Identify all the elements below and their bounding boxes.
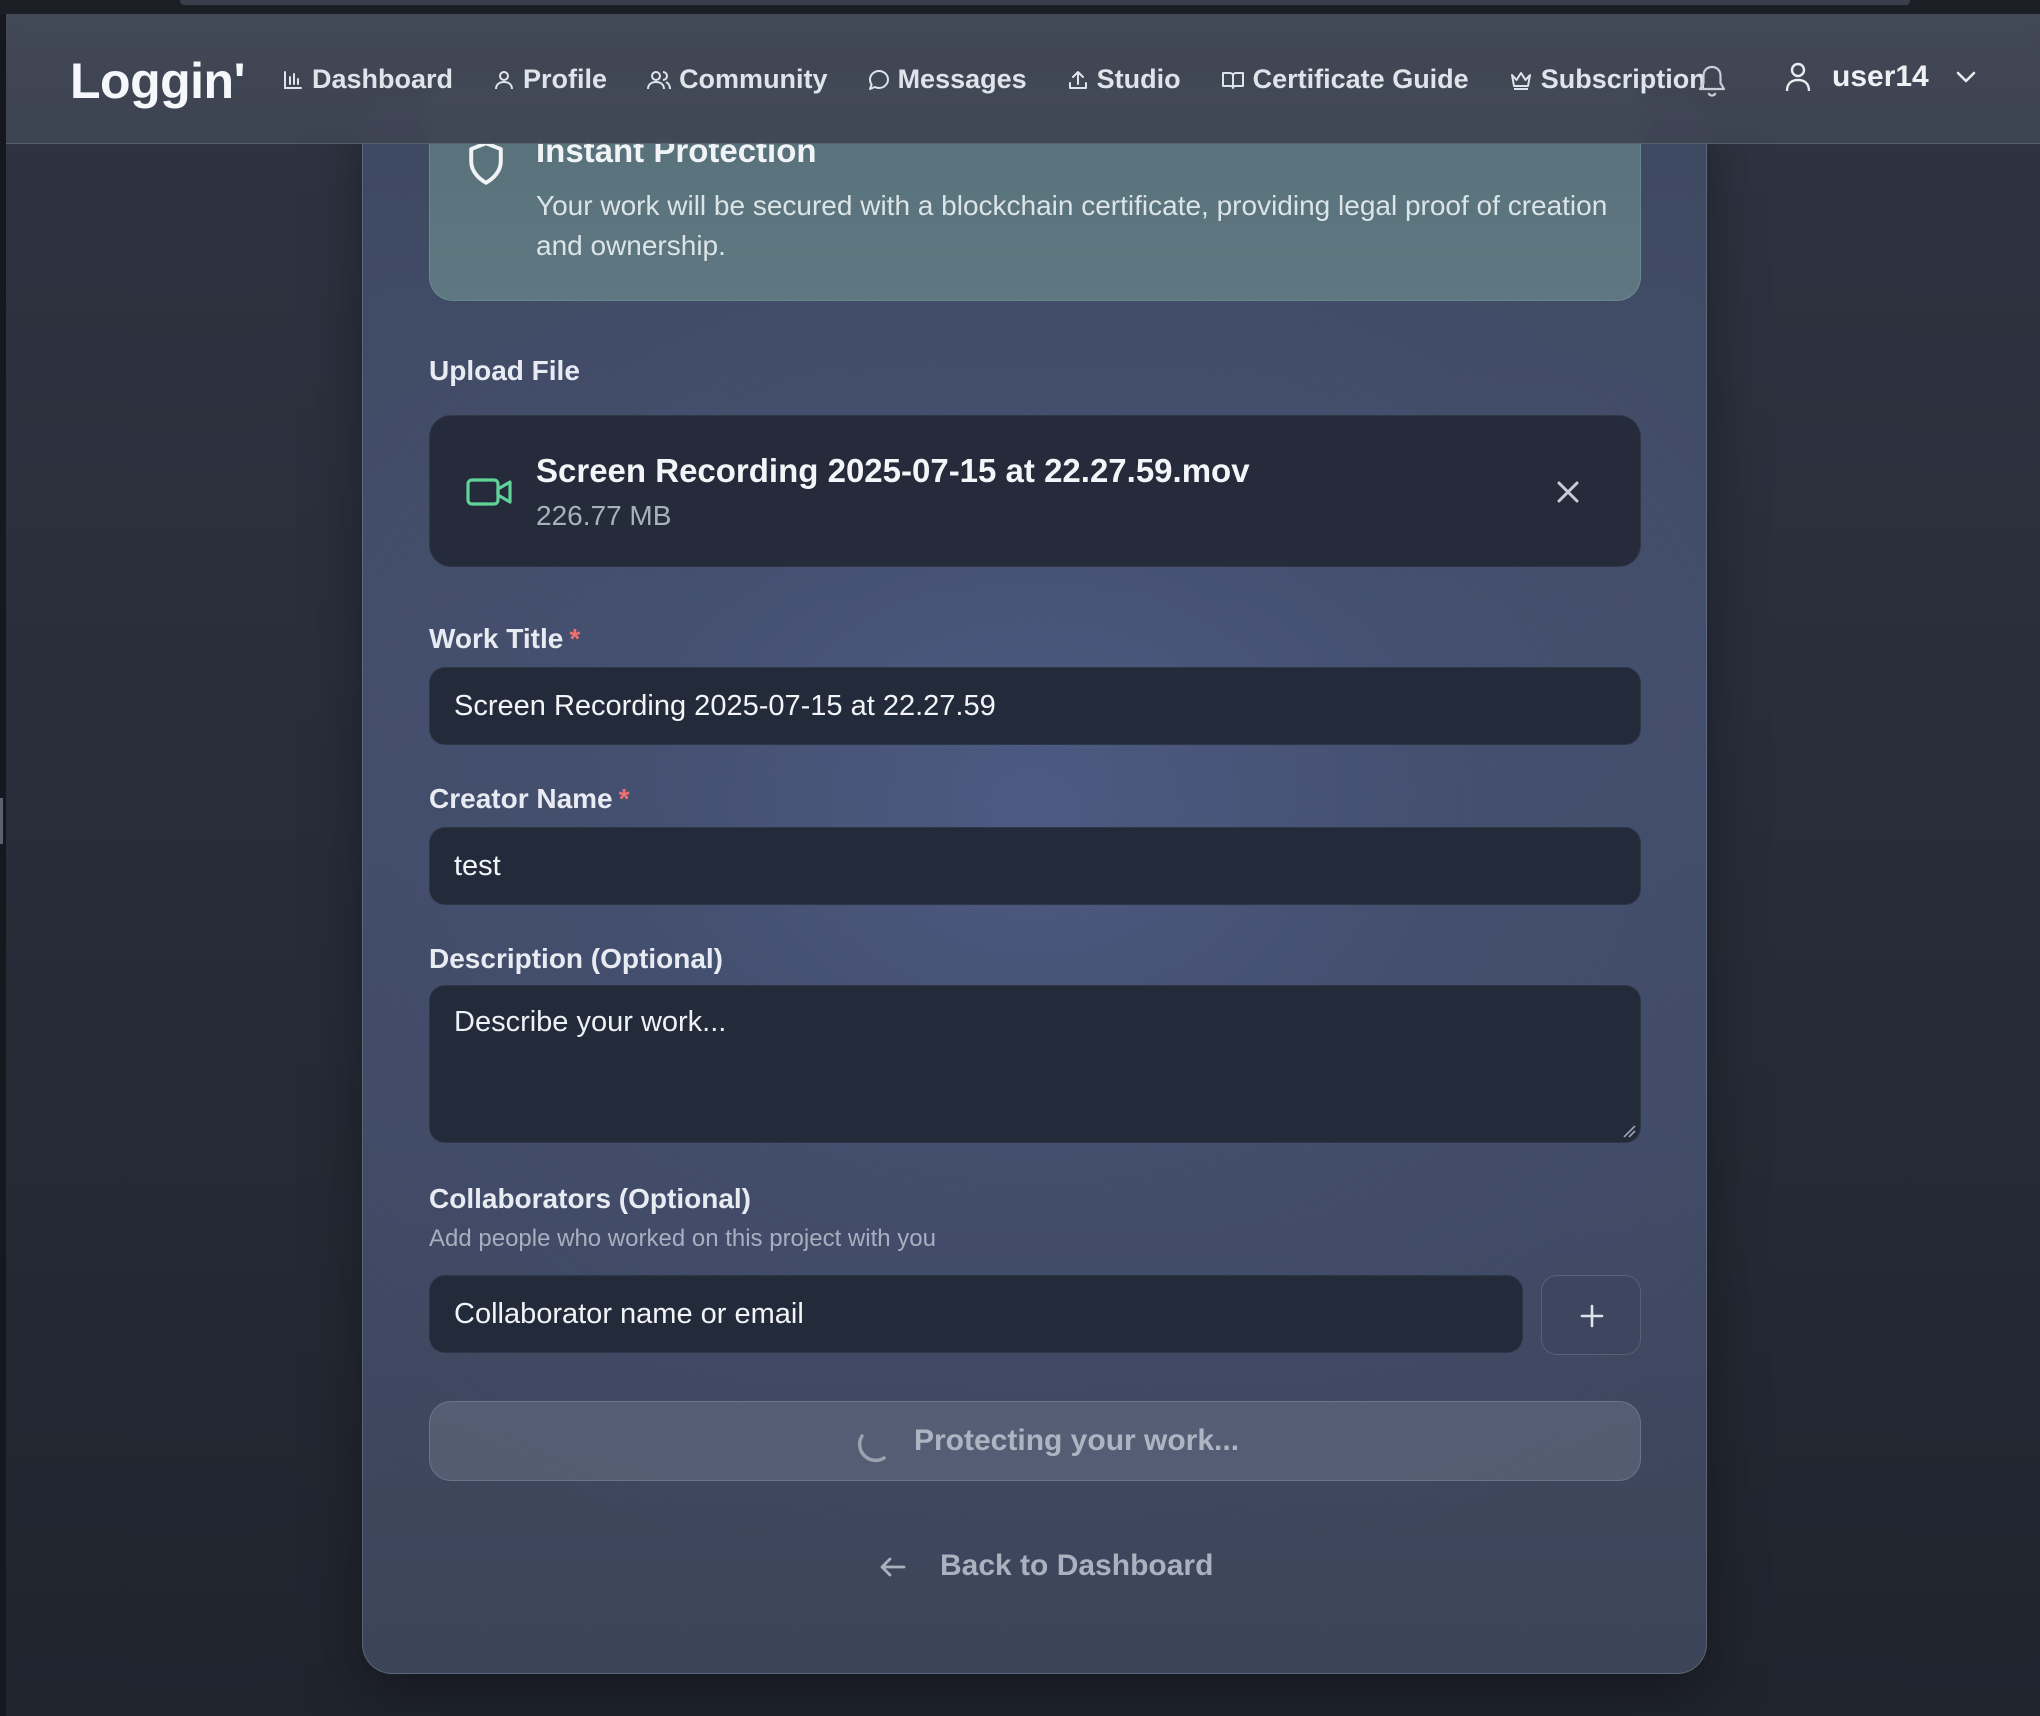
creator-name-label-text: Creator Name [429, 783, 613, 814]
app-logo[interactable]: Loggin' [70, 52, 246, 110]
nav-studio[interactable]: Studio [1067, 64, 1181, 95]
remove-file-close-icon[interactable] [1550, 474, 1586, 510]
video-icon [466, 478, 512, 506]
notification-bell-icon[interactable] [1696, 64, 1728, 98]
nav-studio-label: Studio [1096, 64, 1181, 94]
required-asterisk: * [618, 783, 630, 814]
username: user14 [1832, 60, 1929, 93]
nav-profile-label: Profile [523, 64, 608, 94]
work-title-input[interactable]: Screen Recording 2025-07-15 at 22.27.59 [429, 667, 1641, 745]
nav-certificate-guide[interactable]: Certificate Guide [1221, 64, 1469, 95]
browser-top-strip [0, 0, 2040, 14]
file-size: 226.77 MB [536, 500, 672, 531]
nav-certificate-guide-label: Certificate Guide [1252, 64, 1469, 94]
collaborators-label: Collaborators (Optional) [429, 1183, 751, 1214]
arrow-left-icon [880, 1557, 906, 1577]
browser-tab-bar [180, 0, 1910, 5]
user-menu[interactable]: user14 [1784, 60, 1977, 94]
crown-icon [1510, 71, 1531, 90]
chevron-down-icon [1956, 71, 1976, 83]
description-placeholder: Describe your work... [454, 1006, 727, 1038]
file-name: Screen Recording 2025-07-15 at 22.27.59.… [536, 452, 1250, 489]
top-navbar: Loggin' Dashboard Profile Community Mess… [6, 14, 2040, 144]
required-asterisk: * [569, 623, 581, 654]
nav-messages-label: Messages [897, 64, 1027, 94]
nav-subscription[interactable]: Subscription [1509, 64, 1706, 95]
shield-icon [469, 141, 503, 185]
add-collaborator-button[interactable] [1541, 1275, 1641, 1355]
back-to-dashboard-label: Back to Dashboard [940, 1549, 1214, 1582]
work-title-label-text: Work Title [429, 623, 564, 654]
nav-dashboard-label: Dashboard [312, 64, 454, 94]
message-circle-icon [868, 69, 889, 90]
upload-icon [1068, 70, 1087, 89]
resize-grip-icon[interactable] [1622, 1124, 1636, 1138]
collaborators-hint: Add people who worked on this project wi… [429, 1225, 936, 1252]
nav-dashboard[interactable]: Dashboard [282, 64, 453, 95]
nav-profile[interactable]: Profile [493, 64, 607, 95]
collaborator-input[interactable]: Collaborator name or email [429, 1275, 1523, 1353]
nav-community-label: Community [679, 64, 828, 94]
nav-community[interactable]: Community [647, 64, 828, 95]
creator-name-input[interactable]: test [429, 827, 1641, 905]
main-nav: Dashboard Profile Community Messages Stu… [282, 64, 1746, 95]
nav-messages[interactable]: Messages [868, 64, 1027, 95]
nav-subscription-label: Subscription [1540, 64, 1706, 94]
bar-chart-icon [284, 70, 302, 89]
user-icon [495, 70, 514, 89]
protection-description: Your work will be secured with a blockch… [536, 190, 1608, 261]
plus-icon [1580, 1304, 1604, 1328]
upload-card: Instant Protection Your work will be sec… [362, 81, 1707, 1674]
users-icon [647, 70, 672, 89]
description-label: Description (Optional) [429, 943, 723, 974]
description-textarea[interactable]: Describe your work... [429, 985, 1641, 1143]
work-title-label: Work Title * [429, 623, 580, 655]
uploaded-file-card: Screen Recording 2025-07-15 at 22.27.59.… [429, 415, 1641, 567]
user-avatar-icon [1785, 62, 1811, 92]
protect-work-label: Protecting your work... [914, 1424, 1240, 1457]
left-edge [0, 14, 6, 1716]
creator-name-label: Creator Name * [429, 783, 630, 815]
upload-file-label: Upload File [429, 355, 580, 386]
book-open-icon [1221, 71, 1244, 89]
loading-spinner-icon [857, 1434, 886, 1463]
protect-work-button[interactable]: Protecting your work... [429, 1401, 1641, 1481]
edge-handle[interactable] [0, 798, 3, 844]
